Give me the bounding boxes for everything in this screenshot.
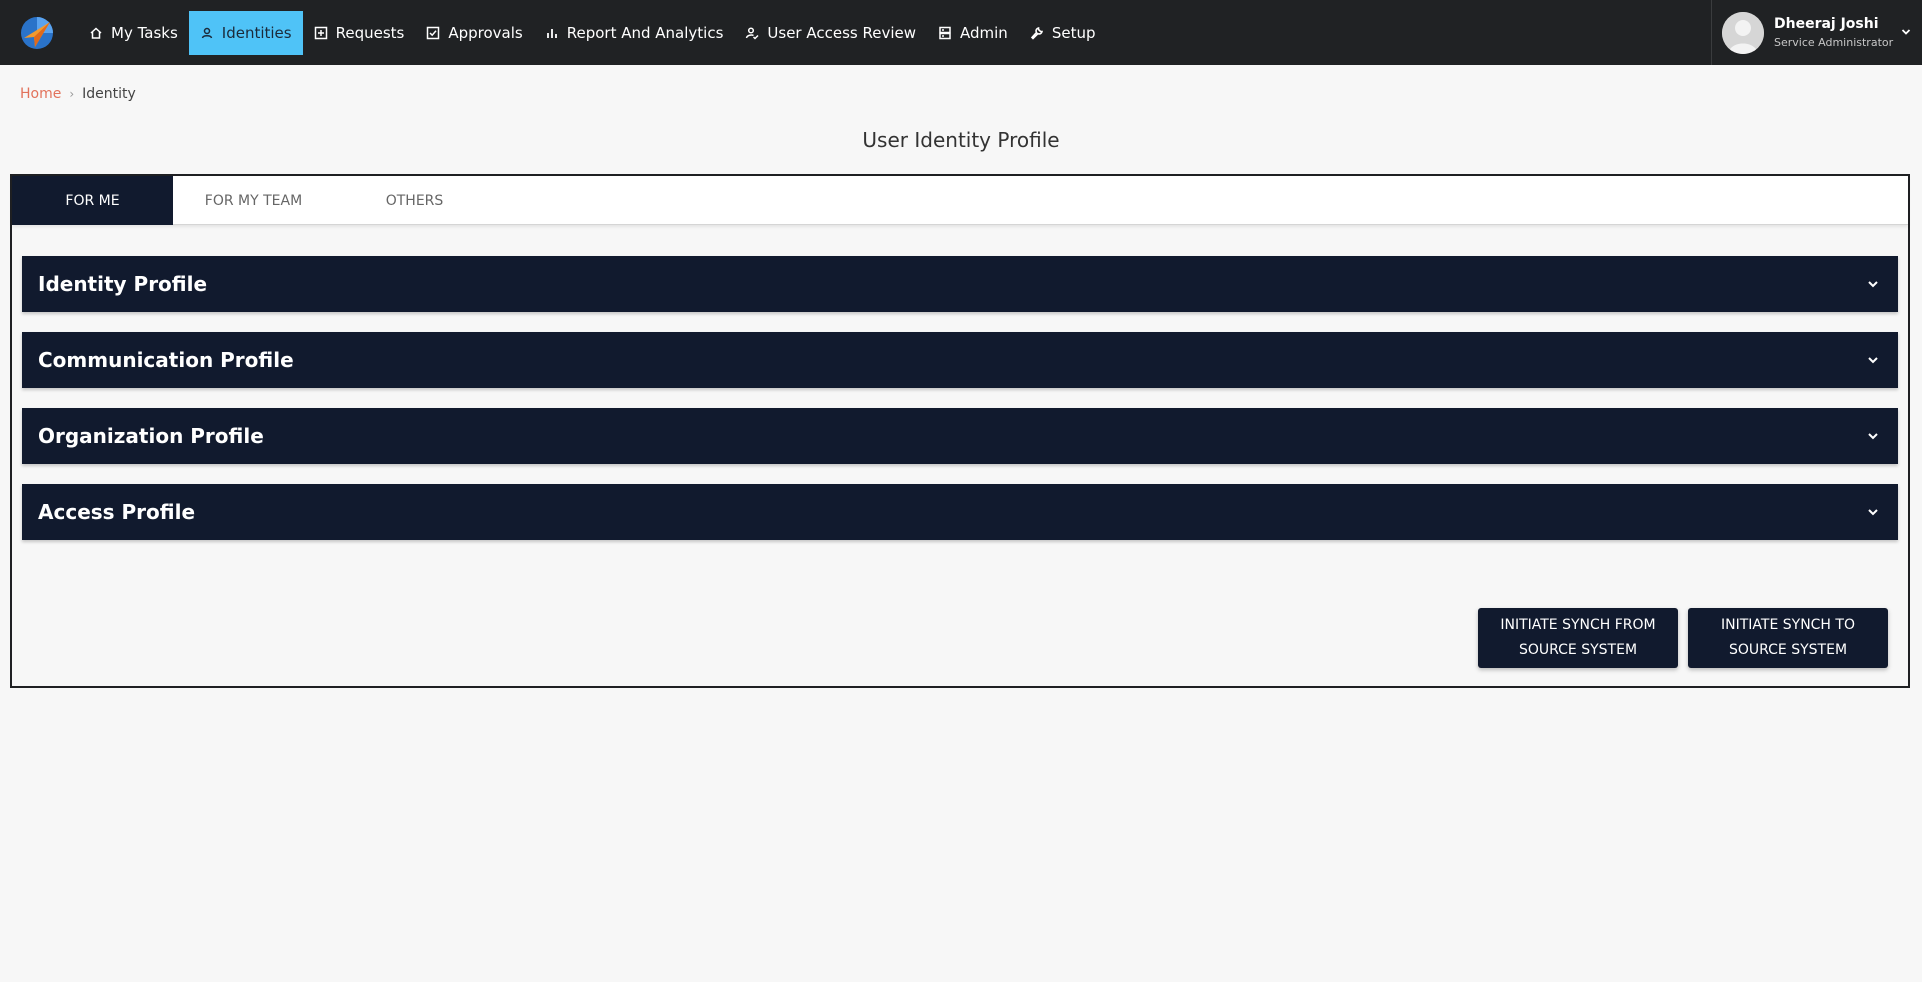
accordion-title: Communication Profile [38, 348, 294, 372]
page-title: User Identity Profile [0, 128, 1922, 152]
chevron-down-icon [1866, 277, 1880, 291]
breadcrumb: Home › Identity [20, 86, 136, 102]
initiate-synch-to-source-button[interactable]: INITIATE SYNCH TO SOURCE SYSTEM [1688, 608, 1888, 668]
home-icon [89, 26, 103, 40]
nav-item-requests[interactable]: Requests [303, 11, 416, 55]
nav-item-label: Requests [336, 24, 405, 42]
breadcrumb-current: Identity [82, 86, 136, 102]
nav-item-report-and-analytics[interactable]: Report And Analytics [534, 11, 735, 55]
nav-item-user-access-review[interactable]: User Access Review [734, 11, 927, 55]
accordion-access-profile[interactable]: Access Profile [22, 484, 1898, 540]
accordion-organization-profile[interactable]: Organization Profile [22, 408, 1898, 464]
tab-others[interactable]: OTHERS [334, 176, 495, 225]
app-logo-icon[interactable] [20, 16, 54, 50]
chevron-down-icon [1866, 505, 1880, 519]
avatar [1722, 12, 1764, 54]
chevron-down-icon [1866, 353, 1880, 367]
plus-square-icon [314, 26, 328, 40]
nav-item-label: Identities [222, 24, 292, 42]
nav-item-identities[interactable]: Identities [189, 11, 303, 55]
nav-item-setup[interactable]: Setup [1019, 11, 1107, 55]
tab-for-my-team[interactable]: FOR MY TEAM [173, 176, 334, 225]
nav-item-label: Approvals [448, 24, 522, 42]
user-menu[interactable]: Dheeraj Joshi Service Administrator [1711, 0, 1922, 65]
user-icon [200, 26, 214, 40]
accordion-title: Identity Profile [38, 272, 207, 296]
nav-item-approvals[interactable]: Approvals [415, 11, 533, 55]
tab-for-me[interactable]: FOR ME [12, 176, 173, 225]
nav-item-label: Report And Analytics [567, 24, 724, 42]
chevron-down-icon [1866, 429, 1880, 443]
nav-item-label: Setup [1052, 24, 1096, 42]
bar-chart-icon [545, 26, 559, 40]
accordion-title: Access Profile [38, 500, 195, 524]
breadcrumb-home-link[interactable]: Home [20, 86, 61, 102]
nav-item-label: Admin [960, 24, 1008, 42]
check-square-icon [426, 26, 440, 40]
identity-profile-panel: FOR ME FOR MY TEAM OTHERS Identity Profi… [10, 174, 1910, 688]
wrench-icon [1030, 26, 1044, 40]
avatar-silhouette-icon [1722, 12, 1764, 54]
button-label-line-1: INITIATE SYNCH FROM [1500, 617, 1655, 633]
profile-tabs: FOR ME FOR MY TEAM OTHERS [12, 176, 1908, 225]
breadcrumb-separator: › [69, 87, 74, 101]
button-label-line-2: SOURCE SYSTEM [1729, 642, 1847, 658]
top-navigation-bar: My Tasks Identities Requests Approvals R… [0, 0, 1922, 65]
accordion-title: Organization Profile [38, 424, 264, 448]
nav-item-label: My Tasks [111, 24, 178, 42]
initiate-synch-from-source-button[interactable]: INITIATE SYNCH FROM SOURCE SYSTEM [1478, 608, 1678, 668]
server-icon [938, 26, 952, 40]
user-check-icon [745, 26, 759, 40]
user-info: Dheeraj Joshi Service Administrator [1774, 16, 1893, 49]
accordion-communication-profile[interactable]: Communication Profile [22, 332, 1898, 388]
nav-item-label: User Access Review [767, 24, 916, 42]
chevron-down-icon[interactable] [1900, 26, 1912, 38]
button-label-line-2: SOURCE SYSTEM [1519, 642, 1637, 658]
nav-item-my-tasks[interactable]: My Tasks [78, 11, 189, 55]
main-nav: My Tasks Identities Requests Approvals R… [78, 11, 1106, 55]
button-label-line-1: INITIATE SYNCH TO [1721, 617, 1855, 633]
accordion-identity-profile[interactable]: Identity Profile [22, 256, 1898, 312]
user-name: Dheeraj Joshi [1774, 16, 1893, 32]
nav-item-admin[interactable]: Admin [927, 11, 1019, 55]
user-role: Service Administrator [1774, 36, 1893, 49]
